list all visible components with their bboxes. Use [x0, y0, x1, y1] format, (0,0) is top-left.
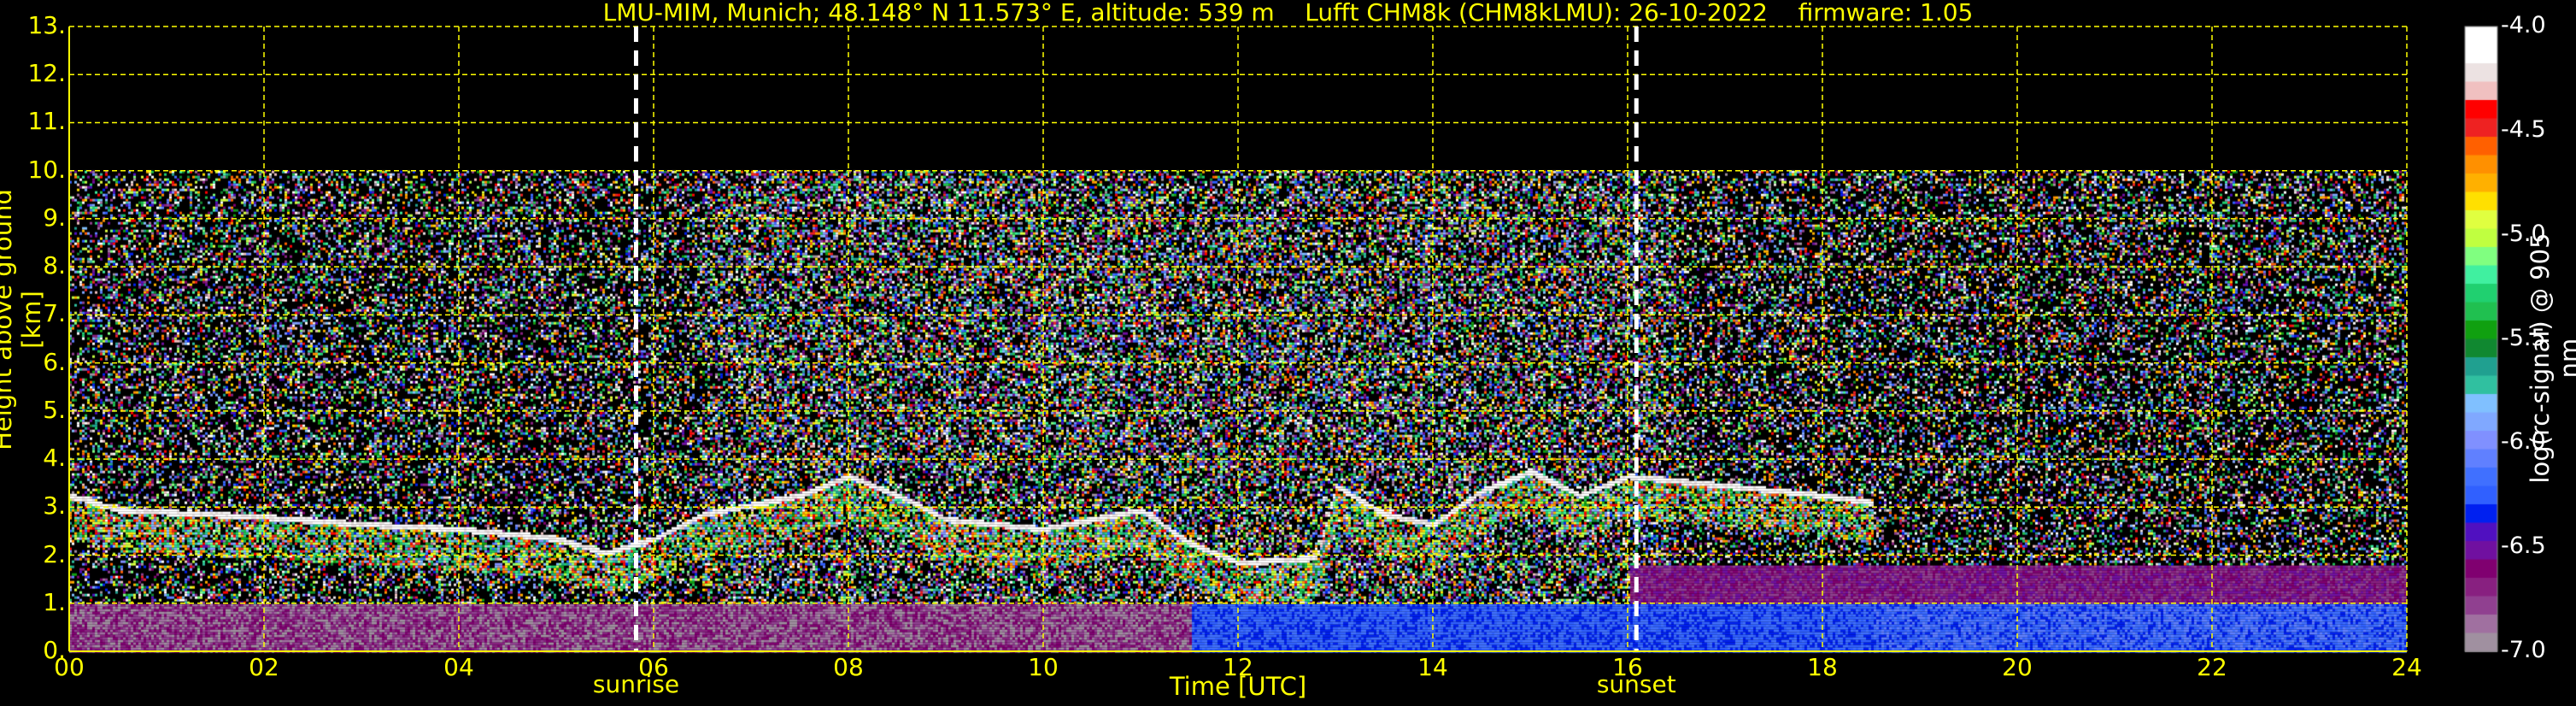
chart-overlay	[68, 26, 2408, 652]
y-tick-label: 4.	[43, 444, 66, 473]
annotation-sunset: sunset	[1596, 670, 1676, 698]
y-tick-label: 8.	[43, 251, 66, 280]
chart-title: LMU-MIM, Munich; 48.148° N 11.573° E, al…	[602, 0, 1974, 26]
y-tick-label: 1.	[43, 587, 66, 616]
colorbar-tick-label: -4.5	[2501, 115, 2546, 143]
y-tick-label: 12.	[27, 59, 66, 88]
x-tick-label: 24	[2391, 653, 2422, 681]
y-tick-label: 5.	[43, 395, 66, 424]
y-axis-title: Height above ground [km]	[0, 189, 46, 450]
x-axis-title: Time [UTC]	[1169, 672, 1307, 701]
y-tick-label: 13.	[27, 11, 66, 39]
x-tick-label: 18	[1807, 653, 1838, 681]
y-tick-label: 2.	[43, 539, 66, 568]
y-tick-label: 11.	[27, 107, 66, 136]
annotation-sunrise: sunrise	[592, 670, 680, 698]
y-tick-label: 9.	[43, 203, 66, 232]
colorbar-tick-label: -6.5	[2501, 532, 2546, 560]
y-tick-label: 3.	[43, 491, 66, 521]
x-tick-label: 02	[249, 653, 279, 681]
x-tick-label: 22	[2197, 653, 2227, 681]
x-tick-label: 08	[833, 653, 864, 681]
x-tick-label: 04	[443, 653, 474, 681]
x-tick-label: 00	[54, 653, 85, 681]
y-tick-label: 7.	[43, 299, 66, 328]
x-tick-label: 14	[1417, 653, 1448, 681]
colorbar-tick-label: -4.0	[2501, 12, 2546, 38]
x-tick-label: 10	[1028, 653, 1059, 681]
x-tick-label: 20	[2002, 653, 2033, 681]
y-tick-label: 6.	[43, 347, 66, 376]
colorbar-tick-label: -7.0	[2501, 637, 2546, 663]
colorbar-title: log(rc-signal) @ 905 nm	[2526, 232, 2576, 484]
